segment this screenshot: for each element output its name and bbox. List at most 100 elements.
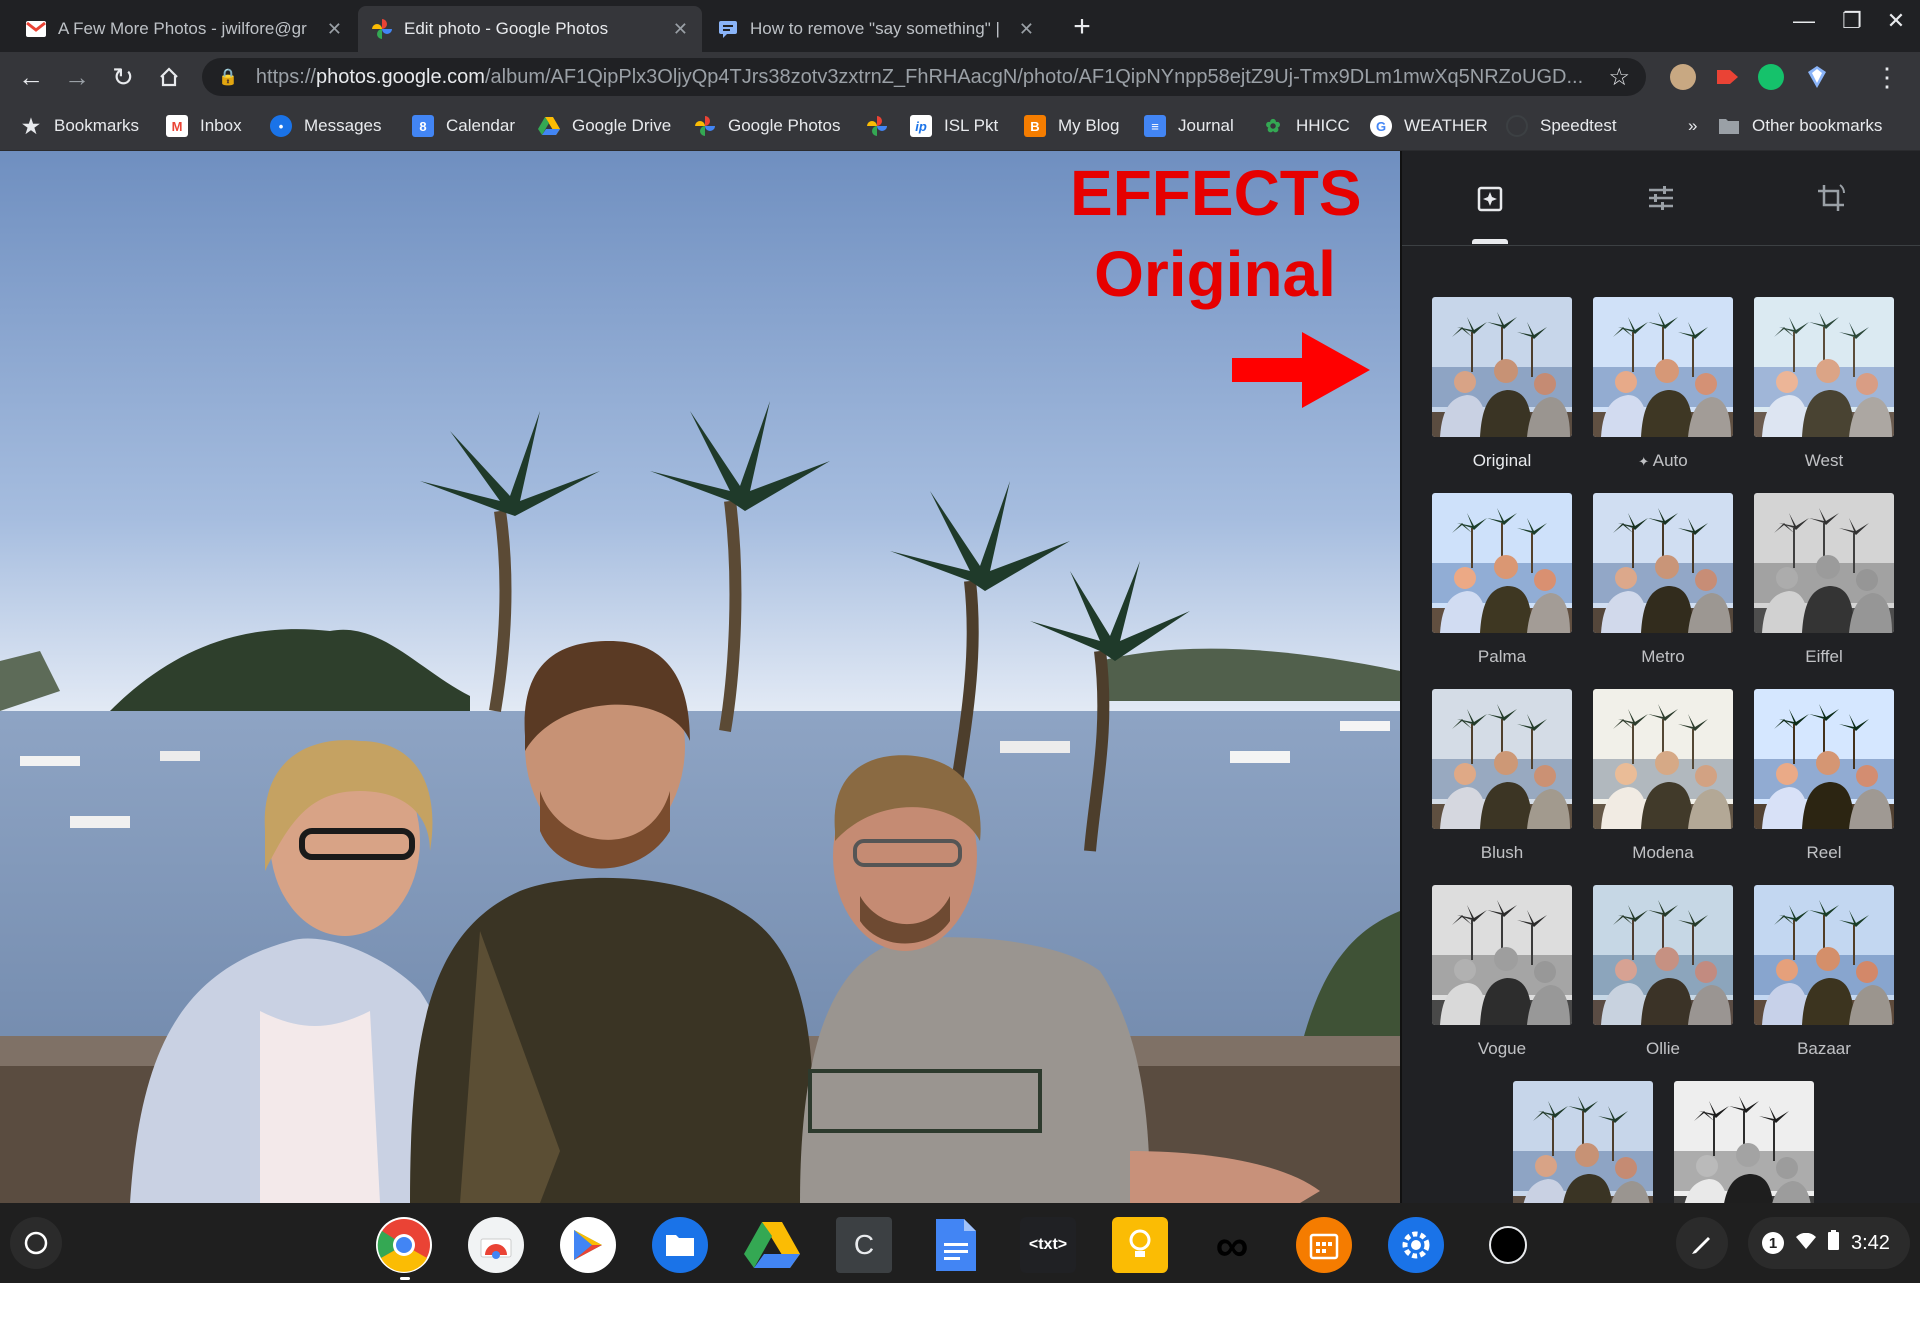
new-tab-button[interactable]: + xyxy=(1064,10,1100,46)
hhicc-icon: ✿ xyxy=(1265,115,1281,136)
extension-avatar-icon[interactable] xyxy=(1670,64,1696,90)
tab-gmail[interactable]: A Few More Photos - jwilfore@gr ✕ xyxy=(12,6,356,52)
menu-dots-icon[interactable]: ⋮ xyxy=(1872,62,1902,92)
filter-name: Metro xyxy=(1641,647,1685,666)
filter-name: Ollie xyxy=(1645,1039,1680,1058)
filter-thumbnail xyxy=(1593,885,1733,1025)
adjust-sliders-icon[interactable] xyxy=(1636,173,1686,223)
close-window-icon[interactable]: ✕ xyxy=(1876,8,1916,34)
filter-name: Reel xyxy=(1806,843,1842,862)
bookmark-item[interactable]: G WEATHER xyxy=(1370,114,1488,138)
stylus-tools-button[interactable] xyxy=(1676,1217,1728,1269)
tab-title: A Few More Photos - jwilfore@gr xyxy=(58,19,307,38)
wifi-icon xyxy=(1796,1232,1816,1255)
bookmark-item[interactable]: Speedtest xyxy=(1506,114,1617,138)
tab-title: Edit photo - Google Photos xyxy=(404,19,609,38)
filter-option[interactable]: Ollie xyxy=(1593,885,1733,1059)
filter-option[interactable]: Palma xyxy=(1432,493,1572,667)
text-app-icon[interactable]: <txt> xyxy=(1020,1217,1076,1273)
bookmarks-overflow-button[interactable]: » xyxy=(1688,114,1697,138)
other-bookmarks[interactable]: Other bookmarks xyxy=(1718,114,1882,138)
browser-toolbar: ← → ↻ 🔒 https://photos.google.com/album/… xyxy=(0,52,1920,102)
keep-icon[interactable] xyxy=(1112,1217,1168,1273)
filter-name: Vogue xyxy=(1477,1039,1527,1058)
blogger-icon: B xyxy=(1024,115,1046,137)
chrome-icon[interactable] xyxy=(376,1217,432,1273)
filter-option[interactable]: West xyxy=(1754,297,1894,471)
tab-title: How to remove "say something" | xyxy=(750,19,1000,38)
crop-rotate-icon[interactable] xyxy=(1806,173,1856,223)
extension-shield-icon[interactable] xyxy=(1804,64,1830,90)
circle-app-icon[interactable] xyxy=(1480,1217,1536,1273)
bookmark-item[interactable] xyxy=(866,114,900,138)
bookmark-item[interactable]: Google Drive xyxy=(538,114,671,138)
effects-annotation-subtitle: Original xyxy=(1094,238,1336,310)
clock-time: 3:42 xyxy=(1851,1231,1890,1254)
filter-option[interactable]: Vogue xyxy=(1432,885,1572,1059)
minimize-icon[interactable]: — xyxy=(1784,8,1824,34)
filter-option[interactable]: Eiffel xyxy=(1754,493,1894,667)
filter-name: Modena xyxy=(1632,843,1694,862)
play-store-icon[interactable] xyxy=(560,1217,616,1273)
tab-edit-photo[interactable]: Edit photo - Google Photos ✕ xyxy=(358,6,702,52)
filter-thumbnail xyxy=(1432,689,1572,829)
bookmark-item[interactable]: ip ISL Pkt xyxy=(910,114,998,138)
bookmark-item[interactable]: ≡ Journal xyxy=(1144,114,1234,138)
files-icon[interactable] xyxy=(652,1217,708,1273)
bookmark-item[interactable]: Google Photos xyxy=(694,114,840,138)
extension-cast-icon[interactable] xyxy=(1714,64,1740,90)
address-bar[interactable]: 🔒 https://photos.google.com/album/AF1Qip… xyxy=(202,58,1646,96)
grammarly-icon[interactable] xyxy=(1758,64,1784,90)
filter-name: Auto xyxy=(1652,451,1688,470)
filter-name: Blush xyxy=(1480,843,1524,862)
tab-how-to-remove[interactable]: How to remove "say something" | ✕ xyxy=(704,6,1048,52)
gmail-icon: M xyxy=(166,115,188,137)
bookmark-item[interactable]: M Inbox xyxy=(166,114,242,138)
restore-icon[interactable]: ❐ xyxy=(1832,8,1872,34)
google-drive-icon[interactable] xyxy=(744,1217,800,1273)
caret-app-icon[interactable]: C xyxy=(836,1217,892,1273)
system-tray[interactable]: 1 3:42 xyxy=(1748,1217,1910,1269)
reload-icon[interactable]: ↻ xyxy=(108,62,138,92)
forward-icon[interactable]: → xyxy=(62,62,92,92)
filter-option[interactable]: Metro xyxy=(1593,493,1733,667)
bookmark-item[interactable]: ✿ HHICC xyxy=(1262,114,1349,138)
filter-option[interactable]: Original xyxy=(1432,297,1572,471)
close-icon[interactable]: ✕ xyxy=(673,19,688,40)
filter-option[interactable]: Reel xyxy=(1754,689,1894,863)
sparkle-icon: ✦ xyxy=(1638,454,1653,469)
bookmark-star-icon[interactable]: ☆ xyxy=(1608,63,1630,92)
docs-icon: ≡ xyxy=(1144,115,1166,137)
filter-name: Palma xyxy=(1477,647,1527,666)
google-icon: G xyxy=(1370,115,1392,137)
filter-thumbnail xyxy=(1674,1081,1814,1221)
home-icon[interactable] xyxy=(154,62,184,92)
launcher-button[interactable] xyxy=(10,1217,62,1269)
filter-thumbnail xyxy=(1513,1081,1653,1221)
bookmark-item[interactable]: ★ Bookmarks xyxy=(20,114,139,138)
filter-option[interactable]: Bazaar xyxy=(1754,885,1894,1059)
back-icon[interactable]: ← xyxy=(16,62,46,92)
google-docs-icon[interactable] xyxy=(928,1217,984,1273)
infinity-icon[interactable]: ∞ xyxy=(1204,1217,1260,1273)
active-app-indicator xyxy=(400,1277,410,1280)
chrome-web-store-icon[interactable] xyxy=(468,1217,524,1273)
edit-tabs xyxy=(1402,151,1920,246)
filter-option[interactable]: ✦ Auto xyxy=(1593,297,1733,471)
photo-filter-icon[interactable] xyxy=(1466,173,1516,223)
tab-strip: A Few More Photos - jwilfore@gr ✕ Edit p… xyxy=(0,0,1920,52)
filter-thumbnail xyxy=(1432,885,1572,1025)
filter-option[interactable]: Modena xyxy=(1593,689,1733,863)
bookmark-item[interactable]: • Messages xyxy=(270,114,381,138)
filter-option[interactable]: Blush xyxy=(1432,689,1572,863)
ip-icon: ip xyxy=(910,115,932,137)
bookmark-item[interactable]: B My Blog xyxy=(1024,114,1119,138)
close-icon[interactable]: ✕ xyxy=(1019,19,1034,40)
close-icon[interactable]: ✕ xyxy=(327,19,342,40)
notification-badge: 1 xyxy=(1762,1232,1784,1254)
battery-icon xyxy=(1828,1230,1839,1256)
settings-icon[interactable] xyxy=(1388,1217,1444,1273)
calendar-app-icon[interactable] xyxy=(1296,1217,1352,1273)
bookmark-item[interactable]: 8 Calendar xyxy=(412,114,515,138)
chat-icon xyxy=(718,19,738,39)
